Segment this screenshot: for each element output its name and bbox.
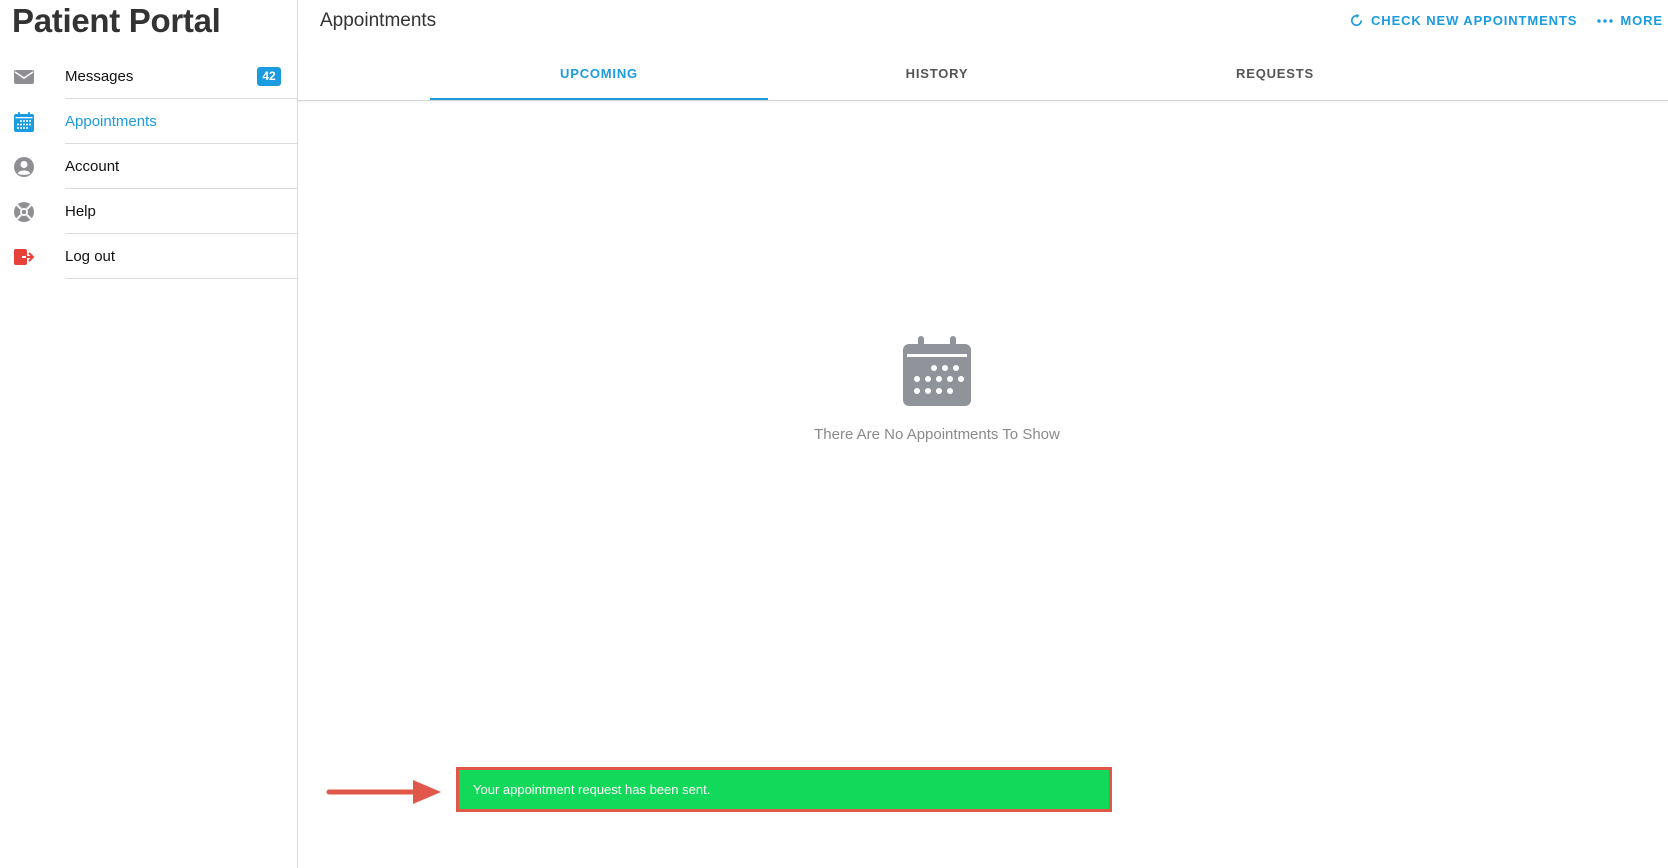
sidebar-item-appointments[interactable]: Appointments bbox=[0, 99, 297, 144]
page-title: Appointments bbox=[320, 10, 437, 31]
arrow-annotation-icon bbox=[326, 780, 441, 804]
sidebar-item-label: Appointments bbox=[65, 99, 297, 144]
calendar-icon bbox=[14, 112, 34, 132]
calendar-icon bbox=[903, 336, 971, 406]
header-actions: CHECK NEW APPOINTMENTS MORE bbox=[1329, 13, 1663, 28]
sidebar-item-account[interactable]: Account bbox=[0, 144, 297, 189]
check-new-appointments-button[interactable]: CHECK NEW APPOINTMENTS bbox=[1349, 13, 1577, 28]
envelope-icon bbox=[14, 70, 34, 84]
sidebar-nav: Messages 42 Appointments Account Help Lo… bbox=[0, 54, 297, 279]
sidebar-item-messages[interactable]: Messages 42 bbox=[0, 54, 297, 99]
refresh-icon bbox=[1351, 13, 1363, 26]
tab-upcoming[interactable]: UPCOMING bbox=[430, 50, 768, 100]
user-circle-icon bbox=[14, 157, 34, 177]
lifebuoy-icon bbox=[14, 202, 34, 222]
sidebar-item-help[interactable]: Help bbox=[0, 189, 297, 234]
sidebar-item-label: Log out bbox=[65, 234, 297, 279]
main-content: Appointments CHECK NEW APPOINTMENTS MORE… bbox=[298, 0, 1668, 868]
more-dots-icon bbox=[1597, 18, 1614, 23]
success-toast: Your appointment request has been sent. bbox=[456, 767, 1112, 812]
unread-count-badge: 42 bbox=[257, 67, 281, 86]
more-label: MORE bbox=[1620, 13, 1663, 28]
logout-icon bbox=[14, 249, 35, 265]
toast-message: Your appointment request has been sent. bbox=[473, 782, 711, 797]
sidebar: Patient Portal Messages 42 Appointments … bbox=[0, 0, 298, 868]
app-title: Patient Portal bbox=[12, 2, 221, 39]
check-new-appointments-label: CHECK NEW APPOINTMENTS bbox=[1371, 13, 1578, 28]
tab-bar: UPCOMING HISTORY REQUESTS bbox=[298, 50, 1668, 101]
empty-state-message: There Are No Appointments To Show bbox=[814, 426, 1060, 443]
tab-history[interactable]: HISTORY bbox=[768, 50, 1106, 98]
tab-requests[interactable]: REQUESTS bbox=[1106, 50, 1444, 98]
sidebar-item-logout[interactable]: Log out bbox=[0, 234, 297, 279]
more-button[interactable]: MORE bbox=[1597, 13, 1663, 28]
sidebar-item-label: Help bbox=[65, 189, 297, 234]
sidebar-item-label: Account bbox=[65, 144, 297, 189]
